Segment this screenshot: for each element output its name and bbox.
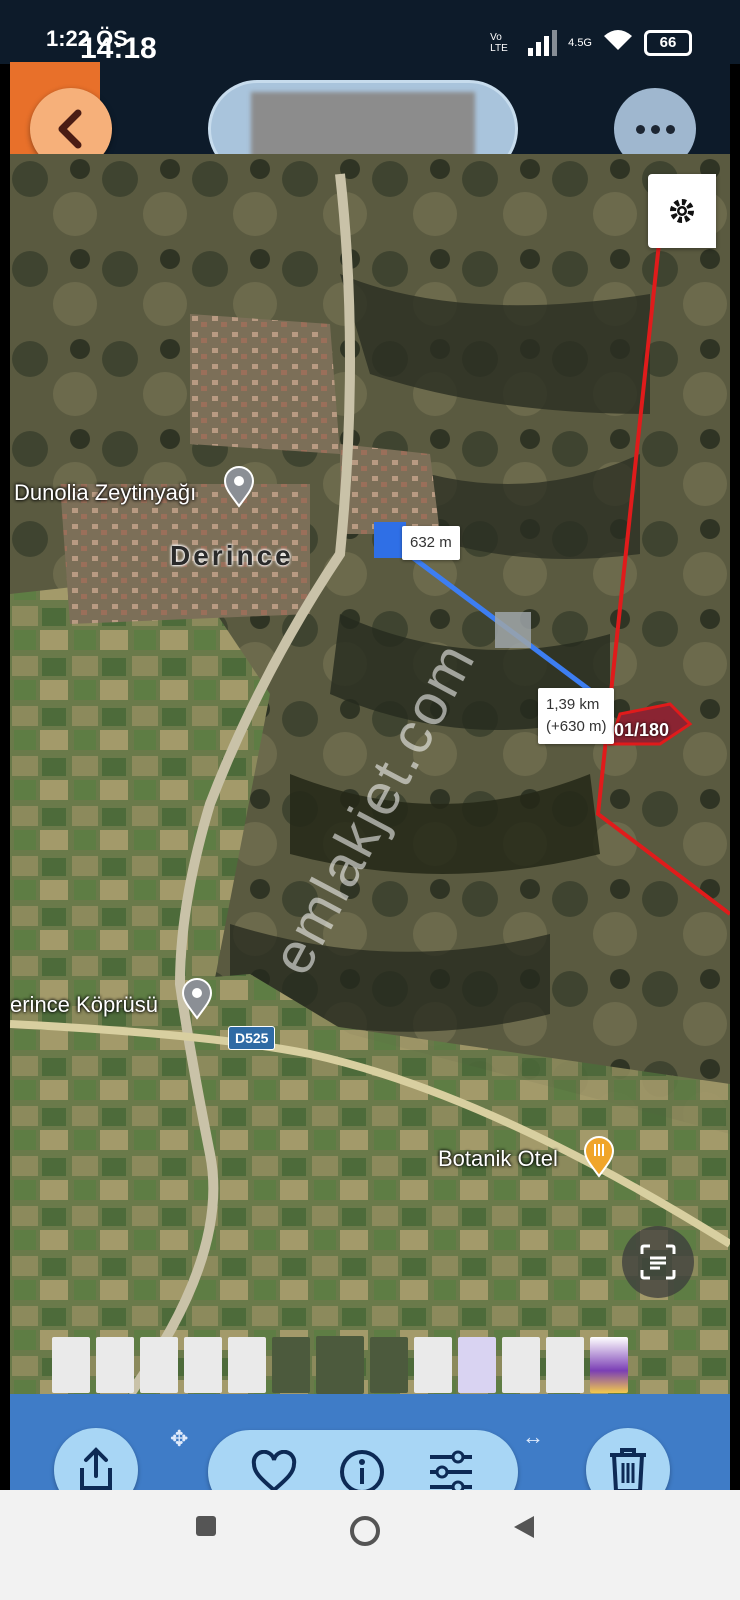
dot-icon	[665, 124, 675, 134]
thumbnail-strip[interactable]	[10, 1330, 730, 1400]
status-time: 14:18	[80, 32, 157, 65]
thumbnail[interactable]	[414, 1337, 452, 1393]
battery-icon: 66	[644, 29, 692, 56]
road-badge: D525	[228, 1026, 276, 1050]
town-label: Derince	[170, 540, 294, 571]
map-pin-icon[interactable]	[222, 466, 256, 508]
move-icon: ✥	[170, 1426, 189, 1451]
dot-icon	[635, 124, 645, 134]
status-bar: 1:22 ÖS 14:18 Vo LTE 4.5G 66	[0, 0, 740, 65]
measure-elevation: (+630 m)	[546, 718, 607, 735]
gear-icon	[670, 199, 694, 223]
restaurant-pin-icon[interactable]	[582, 1136, 616, 1178]
heart-icon[interactable]	[250, 1450, 298, 1494]
measure-total-distance: 1,39 km	[546, 696, 600, 713]
thumbnail[interactable]	[370, 1337, 408, 1393]
network-label: 4.5G	[568, 36, 592, 49]
thumbnail[interactable]	[184, 1337, 222, 1393]
thumbnail[interactable]	[272, 1337, 310, 1393]
back-nav-icon[interactable]	[512, 1514, 536, 1540]
dot-icon	[650, 124, 660, 134]
status-icons: Vo LTE 4.5G 66	[490, 28, 692, 57]
lens-button[interactable]	[622, 1226, 694, 1298]
thumbnail[interactable]	[458, 1337, 496, 1393]
thumbnail[interactable]	[96, 1337, 134, 1393]
sliders-icon[interactable]	[426, 1449, 476, 1495]
measure-end-label: 1,39 km (+630 m)	[538, 688, 615, 744]
trash-icon	[610, 1448, 646, 1493]
home-icon[interactable]	[348, 1514, 382, 1548]
thumbnail[interactable]	[502, 1337, 540, 1393]
wifi-icon	[602, 28, 634, 57]
chevron-left-icon	[58, 109, 82, 149]
signal-icon	[528, 29, 558, 56]
map-settings-button[interactable]	[648, 174, 716, 248]
thumbnail[interactable]	[52, 1337, 90, 1393]
measure-start-distance: 632 m	[410, 534, 452, 551]
satellite-map[interactable]: Dunolia Zeytinyağı Derince erince Köprüs…	[10, 154, 730, 1394]
info-icon[interactable]	[338, 1448, 386, 1496]
resize-icon: ↔	[522, 1424, 544, 1449]
thumbnail[interactable]	[546, 1337, 584, 1393]
place-label[interactable]: Botanik Otel	[438, 1146, 558, 1172]
parcel-label[interactable]: 01/180	[614, 720, 669, 741]
thumbnail[interactable]	[140, 1337, 178, 1393]
recent-apps-icon[interactable]	[194, 1514, 218, 1538]
measure-start-label: 632 m	[402, 526, 460, 560]
map-pin-icon[interactable]	[180, 978, 214, 1020]
thumbnail-selected[interactable]	[316, 1336, 364, 1394]
place-label[interactable]: Dunolia Zeytinyağı	[14, 480, 196, 506]
place-label[interactable]: erince Köprüsü	[10, 992, 158, 1018]
scan-text-icon	[640, 1244, 676, 1280]
volte-icon: Vo LTE	[490, 31, 508, 54]
thumbnail[interactable]	[590, 1337, 628, 1393]
thumbnail[interactable]	[228, 1337, 266, 1393]
share-icon	[80, 1447, 112, 1490]
